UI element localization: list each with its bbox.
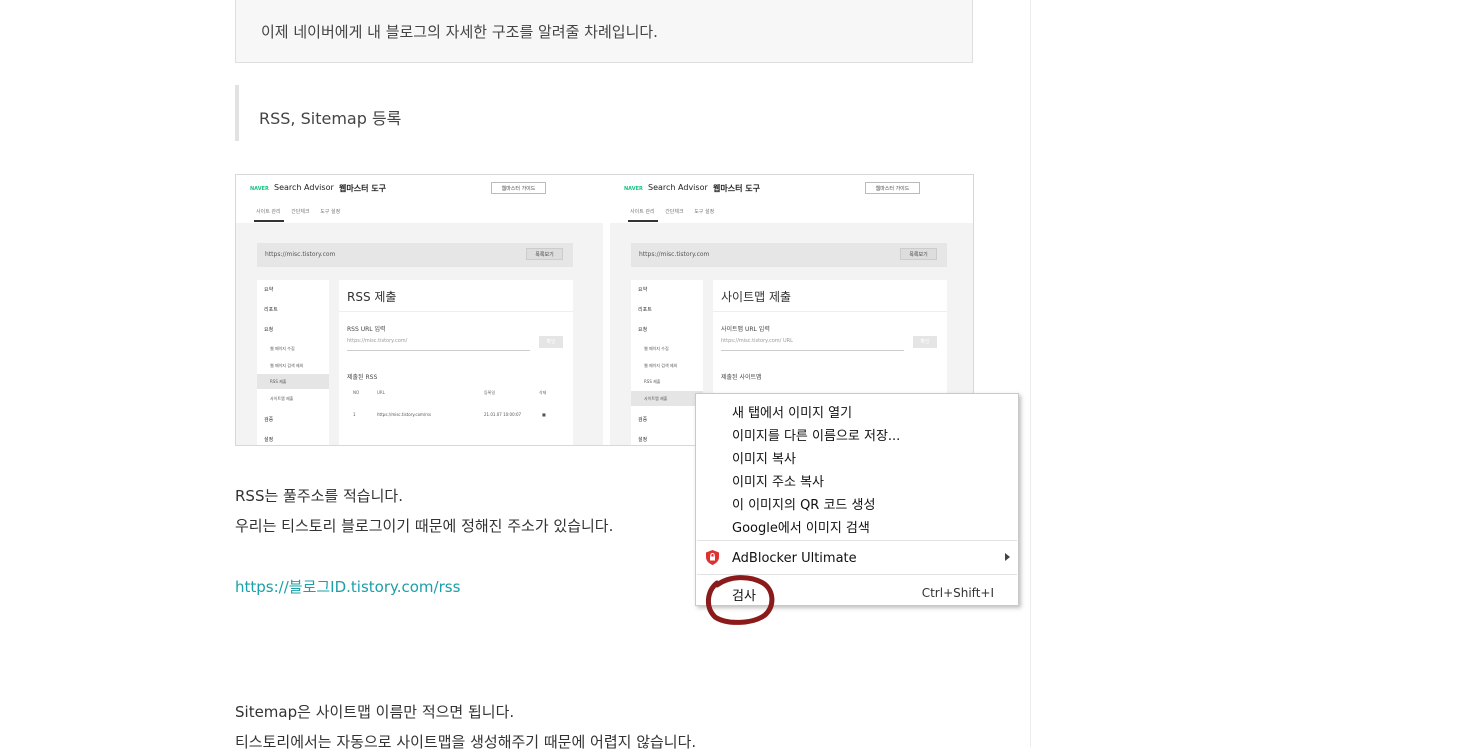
sitemap-ok-button: 확인 [913, 336, 937, 348]
title-divider [339, 311, 573, 312]
content-divider [1030, 0, 1031, 747]
rss-input: https://misc.tistory.com/ [347, 338, 530, 351]
tab-tools: 도구 설정 [694, 209, 715, 215]
site-url-bar: https://misc.tistory.com 목록보기 [257, 243, 573, 267]
menu-separator [697, 540, 1017, 541]
tool-name: 웹마스터 도구 [713, 184, 760, 193]
tab-tools: 도구 설정 [320, 209, 341, 215]
blockquote: RSS, Sitemap 등록 [235, 85, 401, 141]
submenu-arrow-icon [1005, 553, 1010, 561]
active-tab-indicator [628, 220, 658, 222]
nav-settings: 설정 [638, 437, 648, 443]
tab-check: 간단체크 [665, 209, 684, 215]
menu-search-google[interactable]: Google에서 이미지 검색 [732, 517, 870, 536]
nav-crawl: 웹 페이지 수집 [644, 346, 669, 351]
paragraph-rss: RSS는 풀주소를 적습니다. [235, 487, 403, 505]
rss-list-title: 제출된 RSS [347, 374, 378, 381]
nav-settings: 설정 [264, 437, 274, 443]
nav-exclude: 웹 페이지 검색 제외 [270, 363, 304, 368]
nav-report: 리포트 [264, 307, 278, 313]
naver-logo: NAVER [250, 186, 269, 192]
menu-save-image-as[interactable]: 이미지를 다른 이름으로 저장... [732, 425, 900, 444]
rss-link[interactable]: https://블로그ID.tistory.com/rss [235, 576, 460, 597]
sitemap-input: https://misc.tistory.com/ URL [721, 338, 904, 351]
menu-copy-image[interactable]: 이미지 복사 [732, 448, 796, 467]
tab-check: 간단체크 [291, 209, 310, 215]
menu-copy-image-address[interactable]: 이미지 주소 복사 [732, 471, 824, 490]
rss-title: RSS 제출 [347, 290, 397, 304]
nav-exclude: 웹 페이지 검색 제외 [644, 363, 678, 368]
site-url: https://misc.tistory.com [639, 251, 710, 258]
site-url-bar: https://misc.tistory.com 목록보기 [631, 243, 947, 267]
nav-request: 요청 [264, 327, 274, 333]
note-text: 이제 네이버에게 내 블로그의 자세한 구조를 알려줄 차례입니다. [261, 23, 658, 41]
paragraph-tistory: 우리는 티스토리 블로그이기 때문에 정해진 주소가 있습니다. [235, 517, 614, 535]
nav-selected-bg [257, 374, 329, 389]
app-name: Search Advisor [274, 183, 334, 192]
col-no: NO [353, 390, 360, 395]
list-button: 목록보기 [900, 248, 937, 260]
rss-ok-button: 확인 [539, 336, 563, 348]
active-tab-indicator [254, 220, 284, 222]
panel-header: NAVER Search Advisor 웹마스터 도구 웹마스터 가이드 사이… [236, 175, 603, 224]
annotation-circle [706, 575, 775, 625]
panel-tabs: 사이트 관리 간단체크 도구 설정 [630, 208, 723, 215]
app-name: Search Advisor [648, 183, 708, 192]
nav-rss: RSS 제출 [270, 379, 287, 384]
sitemap-input-label: 사이트맵 URL 입력 [721, 326, 770, 333]
menu-qr-code[interactable]: 이 이미지의 QR 코드 생성 [732, 494, 875, 513]
tab-site: 사이트 관리 [630, 209, 655, 215]
col-date: 등록일 [484, 390, 496, 395]
nav-request: 요청 [638, 327, 648, 333]
trash-icon: ■ [542, 412, 546, 417]
paragraph-auto-sitemap: 티스토리에서는 자동으로 사이트맵을 생성해주기 때문에 어렵지 않습니다. [235, 733, 697, 751]
guide-button: 웹마스터 가이드 [491, 182, 546, 194]
paragraph-sitemap: Sitemap은 사이트맵 이름만 적으면 됩니다. [235, 703, 515, 721]
naver-logo: NAVER [624, 186, 643, 192]
nav-verify: 검증 [264, 417, 274, 423]
nav-verify: 검증 [638, 417, 648, 423]
tab-site: 사이트 관리 [256, 209, 281, 215]
row-no: 1 [353, 412, 356, 417]
menu-adblocker[interactable]: AdBlocker Ultimate [732, 551, 857, 566]
col-url: URL [377, 390, 385, 395]
panel-header: NAVER Search Advisor 웹마스터 도구 웹마스터 가이드 사이… [610, 175, 973, 224]
menu-open-image-new-tab[interactable]: 새 탭에서 이미지 열기 [732, 402, 852, 421]
nav-sitemap: 사이트맵 제출 [270, 396, 294, 401]
nav-summary: 요약 [638, 287, 648, 293]
list-button: 목록보기 [526, 248, 563, 260]
nav-sitemap: 사이트맵 제출 [644, 396, 668, 401]
nav-summary: 요약 [264, 287, 274, 293]
tool-name: 웹마스터 도구 [339, 184, 386, 193]
col-delete: 삭제 [539, 390, 547, 395]
quote-text: RSS, Sitemap 등록 [259, 109, 402, 128]
side-nav: 요약 리포트 요청 웹 페이지 수집 웹 페이지 검색 제외 RSS 제출 사이… [257, 280, 329, 445]
guide-button: 웹마스터 가이드 [865, 182, 920, 194]
nav-crawl: 웹 페이지 수집 [270, 346, 295, 351]
inspect-shortcut: Ctrl+Shift+I [921, 586, 994, 600]
row-date: 21.01.07 10:00:07 [484, 412, 522, 417]
title-divider [713, 311, 947, 312]
panel-tabs: 사이트 관리 간단체크 도구 설정 [256, 208, 349, 215]
nav-rss: RSS 제출 [644, 379, 661, 384]
nav-report: 리포트 [638, 307, 652, 313]
side-nav: 요약 리포트 요청 웹 페이지 수집 웹 페이지 검색 제외 RSS 제출 사이… [631, 280, 703, 445]
rss-main: RSS 제출 RSS URL 입력 https://misc.tistory.c… [339, 280, 573, 445]
adblocker-shield-icon [706, 550, 719, 565]
sitemap-title: 사이트맵 제출 [721, 290, 792, 304]
sitemap-list-title: 제출된 사이트맵 [721, 374, 762, 381]
row-url: https://misc.tistory.com/rss [377, 412, 432, 417]
note-box: 이제 네이버에게 내 블로그의 자세한 구조를 알려줄 차례입니다. [235, 0, 973, 63]
rss-input-label: RSS URL 입력 [347, 326, 386, 333]
rss-panel: NAVER Search Advisor 웹마스터 도구 웹마스터 가이드 사이… [236, 175, 603, 445]
site-url: https://misc.tistory.com [265, 251, 336, 258]
